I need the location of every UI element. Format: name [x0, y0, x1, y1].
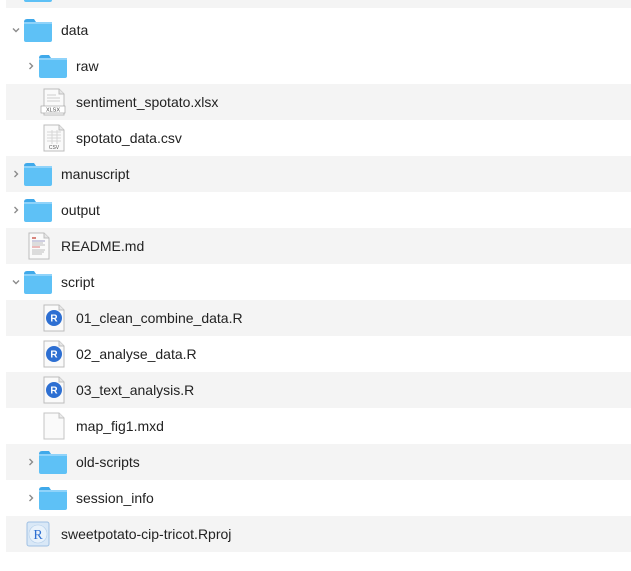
item-name: 02_analyse_data.R [76, 346, 197, 362]
r-script-icon: R [38, 376, 68, 404]
list-item-rproj[interactable]: R sweetpotato-cip-tricot.Rproj [6, 516, 631, 552]
finder-list-view: data raw XLSX sentiment_spotato.xlsx CSV… [0, 0, 631, 571]
item-name: session_info [76, 490, 154, 506]
list-item-spotato-csv[interactable]: CSV spotato_data.csv [6, 120, 631, 156]
chevron-right-icon[interactable] [10, 168, 22, 180]
item-name: sentiment_spotato.xlsx [76, 94, 219, 110]
list-item-r-script-03[interactable]: R 03_text_analysis.R [6, 372, 631, 408]
item-name: output [61, 202, 100, 218]
item-name: map_fig1.mxd [76, 418, 164, 434]
list-item-script[interactable]: script [6, 264, 631, 300]
list-item-data[interactable]: data [6, 12, 631, 48]
folder-icon [23, 160, 53, 188]
folder-icon [38, 52, 68, 80]
list-item-r-script-02[interactable]: R 02_analyse_data.R [6, 336, 631, 372]
item-name: old-scripts [76, 454, 140, 470]
item-name: data [61, 22, 89, 38]
item-name: script [61, 274, 95, 290]
item-name: spotato_data.csv [76, 130, 182, 146]
list-item-output[interactable]: output [6, 192, 631, 228]
item-name: raw [76, 58, 99, 74]
svg-text:R: R [50, 350, 58, 361]
svg-text:CSV: CSV [49, 145, 60, 151]
chevron-right-icon[interactable] [25, 60, 37, 72]
list-item-session-info[interactable]: session_info [6, 480, 631, 516]
rproj-file-icon: R [23, 520, 53, 548]
markdown-file-icon [23, 232, 53, 260]
chevron-down-icon[interactable] [10, 276, 22, 288]
xlsx-file-icon: XLSX [38, 88, 68, 116]
folder-icon [23, 16, 53, 44]
folder-icon [23, 0, 53, 4]
item-name: 01_clean_combine_data.R [76, 310, 243, 326]
folder-icon [23, 196, 53, 224]
list-item-cut-off[interactable] [6, 0, 631, 8]
list-item-old-scripts[interactable]: old-scripts [6, 444, 631, 480]
item-name: README.md [61, 238, 145, 254]
folder-icon [38, 484, 68, 512]
svg-text:R: R [50, 386, 58, 397]
generic-file-icon [38, 412, 68, 440]
list-item-manuscript[interactable]: manuscript [6, 156, 631, 192]
item-name: sweetpotato-cip-tricot.Rproj [61, 526, 232, 542]
list-item-raw[interactable]: raw [6, 48, 631, 84]
r-script-icon: R [38, 340, 68, 368]
chevron-right-icon[interactable] [25, 492, 37, 504]
chevron-right-icon[interactable] [10, 204, 22, 216]
folder-icon [23, 268, 53, 296]
svg-text:R: R [50, 314, 58, 325]
list-item-readme[interactable]: README.md [6, 228, 631, 264]
chevron-down-icon[interactable] [10, 24, 22, 36]
list-item-map-fig1[interactable]: map_fig1.mxd [6, 408, 631, 444]
list-item-sentiment-xlsx[interactable]: XLSX sentiment_spotato.xlsx [6, 84, 631, 120]
svg-text:R: R [33, 528, 43, 543]
item-name: 03_text_analysis.R [76, 382, 195, 398]
folder-icon [38, 448, 68, 476]
list-item-r-script-01[interactable]: R 01_clean_combine_data.R [6, 300, 631, 336]
svg-text:XLSX: XLSX [46, 108, 60, 114]
item-name: manuscript [61, 166, 130, 182]
r-script-icon: R [38, 304, 68, 332]
csv-file-icon: CSV [38, 124, 68, 152]
chevron-right-icon[interactable] [25, 456, 37, 468]
